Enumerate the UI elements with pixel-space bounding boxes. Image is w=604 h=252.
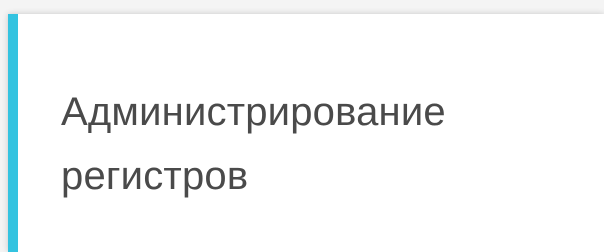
card-title: Администрирование регистров [61, 90, 446, 198]
registry-admin-card[interactable]: Администрирование регистров [8, 14, 604, 252]
card-accent-bar [8, 14, 18, 252]
